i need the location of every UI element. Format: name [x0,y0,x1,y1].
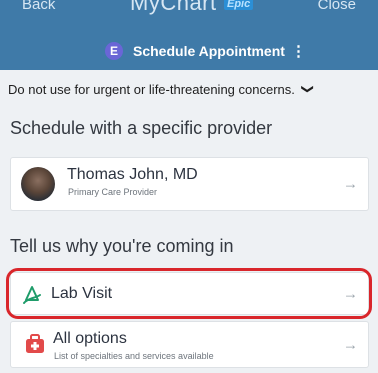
provider-card[interactable]: Thomas John, MD Primary Care Provider → [10,157,369,211]
close-button[interactable]: Close [318,0,356,13]
chevron-down-icon[interactable]: ❯ [301,84,315,94]
arrow-right-icon: → [343,336,358,353]
arrow-right-icon: → [343,175,358,193]
urgent-concern-notice[interactable]: Do not use for urgent or life-threatenin… [8,79,370,99]
all-options-label: All options [53,330,127,347]
app-header: Back MyChart Epic Close E Schedule Appoi… [0,0,378,70]
medical-kit-icon [26,334,44,353]
provider-role: Primary Care Provider [68,187,158,197]
provider-section-title: Schedule with a specific provider [10,118,273,138]
notice-text: Do not use for urgent or life-threatenin… [8,81,295,97]
arrow-right-icon: → [343,285,358,302]
provider-name: Thomas John, MD [67,166,198,183]
back-button[interactable]: Back [22,0,55,13]
more-menu-icon[interactable]: ⋮ [291,42,306,60]
epic-logo: Epic [224,0,254,10]
lab-visit-label: Lab Visit [51,285,113,302]
reason-section-title: Tell us why you're coming in [10,236,234,256]
top-nav: Back MyChart Epic Close [0,0,378,22]
lab-visit-icon [23,286,41,304]
all-options-subtitle: List of specialties and services availab… [54,351,214,361]
provider-photo [21,167,55,201]
mychart-logo: MyChart [130,0,217,15]
lab-visit-option[interactable]: Lab Visit → [10,272,369,315]
page-title: Schedule Appointment [133,43,285,59]
all-options-option[interactable]: All options List of specialties and serv… [10,321,369,368]
title-bar: E Schedule Appointment ⋮ [0,38,378,64]
user-avatar[interactable]: E [105,42,123,60]
